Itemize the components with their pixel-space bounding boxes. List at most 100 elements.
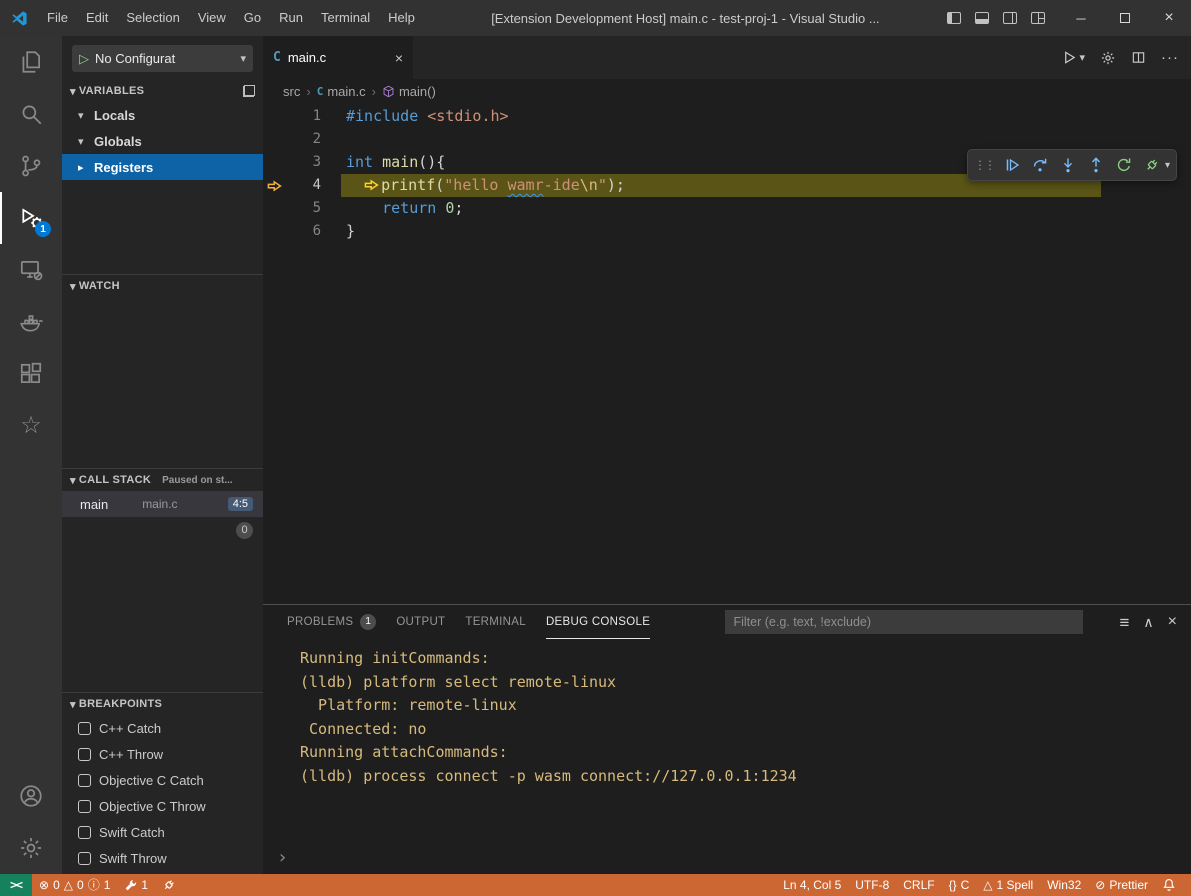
code-editor[interactable]: 1#include <stdio.h>23int main(){4 printf…: [263, 103, 1191, 604]
checkbox-unchecked[interactable]: [78, 800, 91, 813]
activity-source-control[interactable]: [0, 140, 62, 192]
debug-restart-button[interactable]: [1112, 153, 1137, 178]
breakpoint-item-objective-c-catch[interactable]: Objective C Catch: [62, 767, 263, 793]
chevron-down-icon: ▾: [78, 109, 90, 122]
menu-help[interactable]: Help: [379, 0, 424, 36]
menu-go[interactable]: Go: [235, 0, 270, 36]
activity-favorites[interactable]: ☆: [0, 400, 62, 452]
copy-squares-icon[interactable]: [243, 85, 255, 97]
activity-remote-explorer[interactable]: [0, 244, 62, 296]
remote-indicator[interactable]: ><: [0, 874, 32, 896]
customize-layout-icon[interactable]: [1031, 12, 1045, 24]
eol-sequence[interactable]: CRLF: [896, 874, 941, 896]
panel-tab-problems[interactable]: PROBLEMS1: [287, 605, 376, 639]
variables-item-registers[interactable]: ▸Registers: [62, 154, 263, 180]
manage-button[interactable]: [0, 822, 62, 874]
toggle-panel-icon[interactable]: [975, 12, 989, 24]
problems-status[interactable]: ⊗ 0 △ 0 ⓘ 1: [32, 874, 117, 896]
console-output-line: Running attachCommands:: [300, 741, 1191, 765]
debug-console-output[interactable]: Running initCommands:(lldb) platform sel…: [263, 639, 1191, 874]
run-or-debug-button[interactable]: ▾: [1062, 50, 1085, 65]
menu-edit[interactable]: Edit: [77, 0, 117, 36]
breakpoint-label: Swift Catch: [99, 825, 165, 840]
encoding[interactable]: UTF-8: [848, 874, 896, 896]
close-panel-icon[interactable]: ×: [1168, 614, 1177, 630]
panel-tab-output[interactable]: OUTPUT: [396, 605, 445, 639]
breakpoint-item-c-catch[interactable]: C++ Catch: [62, 715, 263, 741]
menu-run[interactable]: Run: [270, 0, 312, 36]
os-target[interactable]: Win32: [1040, 874, 1088, 896]
glyph-margin[interactable]: [263, 128, 285, 151]
code-text: #include <stdio.h>: [341, 105, 509, 128]
drag-handle-icon[interactable]: ⋮⋮: [974, 158, 994, 172]
maximize-panel-icon[interactable]: ∧: [1143, 615, 1153, 629]
breakpoint-item-swift-catch[interactable]: Swift Catch: [62, 819, 263, 845]
call-stack-header[interactable]: ▾ CALL STACK Paused on st...: [62, 469, 263, 491]
panel-tab-terminal[interactable]: TERMINAL: [465, 605, 526, 639]
launch-configuration-dropdown[interactable]: ▷ No Configurat ▾: [72, 45, 253, 72]
activity-docker[interactable]: [0, 296, 62, 348]
breakpoint-item-objective-c-throw[interactable]: Objective C Throw: [62, 793, 263, 819]
debug-disconnect-button[interactable]: [1140, 153, 1165, 178]
split-editor-button[interactable]: [1131, 50, 1146, 65]
accounts-button[interactable]: [0, 770, 62, 822]
toggle-secondary-sidebar-icon[interactable]: [1003, 12, 1017, 24]
glyph-margin[interactable]: [263, 151, 285, 174]
breakpoint-item-c-throw[interactable]: C++ Throw: [62, 741, 263, 767]
activity-run-and-debug[interactable]: 1: [0, 192, 62, 244]
debug-session-row[interactable]: 0: [62, 517, 263, 543]
checkbox-unchecked[interactable]: [78, 852, 91, 865]
tab-main-c[interactable]: C main.c ×: [263, 36, 413, 79]
language-mode[interactable]: {} C: [942, 874, 977, 896]
close-window-button[interactable]: ×: [1147, 0, 1191, 36]
variables-header[interactable]: ▾ VARIABLES: [62, 80, 263, 102]
breadcrumb-src[interactable]: src: [283, 84, 300, 99]
slash-circle-icon: ⊘: [1095, 879, 1105, 891]
toggle-sidebar-icon[interactable]: [947, 12, 961, 24]
menu-view[interactable]: View: [189, 0, 235, 36]
debug-continue-button[interactable]: [1000, 153, 1025, 178]
menu-file[interactable]: File: [38, 0, 77, 36]
activity-explorer[interactable]: [0, 36, 62, 88]
debug-step-over-button[interactable]: [1028, 153, 1053, 178]
checkbox-unchecked[interactable]: [78, 748, 91, 761]
glyph-margin[interactable]: [263, 197, 285, 220]
menu-selection[interactable]: Selection: [117, 0, 188, 36]
maximize-button[interactable]: [1103, 0, 1147, 36]
glyph-margin[interactable]: [263, 220, 285, 243]
breakpoints-header[interactable]: ▾ BREAKPOINTS: [62, 693, 263, 715]
spell-checker-status[interactable]: △ 1 Spell: [976, 874, 1040, 896]
watch-header[interactable]: ▾ WATCH: [62, 275, 263, 297]
minimize-button[interactable]: ─: [1059, 0, 1103, 36]
formatter-status[interactable]: ⊘ Prettier: [1088, 874, 1155, 896]
cursor-position[interactable]: Ln 4, Col 5: [776, 874, 848, 896]
stack-frame-row[interactable]: main main.c 4:5: [62, 491, 263, 517]
variables-item-globals[interactable]: ▾Globals: [62, 128, 263, 154]
breadcrumb-symbol[interactable]: main(): [382, 84, 436, 99]
close-tab-icon[interactable]: ×: [395, 50, 403, 66]
toolchain-status[interactable]: 1: [117, 874, 155, 896]
console-input-prompt-icon[interactable]: ›: [277, 847, 288, 868]
variables-item-locals[interactable]: ▾Locals: [62, 102, 263, 128]
breadcrumb-file[interactable]: C main.c: [317, 84, 366, 99]
checkbox-unchecked[interactable]: [78, 722, 91, 735]
checkbox-unchecked[interactable]: [78, 826, 91, 839]
notifications-bell[interactable]: [1155, 874, 1183, 896]
panel-tab-debug-console[interactable]: DEBUG CONSOLE: [546, 605, 650, 639]
configure-gear-button[interactable]: [1100, 50, 1116, 66]
start-debugging-icon[interactable]: ▷: [79, 52, 89, 65]
activity-extensions[interactable]: [0, 348, 62, 400]
chevron-down-icon[interactable]: ▾: [1165, 160, 1170, 171]
breakpoint-item-swift-throw[interactable]: Swift Throw: [62, 845, 263, 871]
debug-step-into-button[interactable]: [1056, 153, 1081, 178]
checkbox-unchecked[interactable]: [78, 774, 91, 787]
breakpoints-section: ▾ BREAKPOINTS C++ CatchC++ ThrowObjectiv…: [62, 692, 263, 871]
glyph-margin[interactable]: [263, 105, 285, 128]
debug-step-out-button[interactable]: [1084, 153, 1109, 178]
more-actions-icon[interactable]: ···: [1161, 49, 1179, 66]
debug-target-status[interactable]: [155, 874, 183, 896]
console-options-icon[interactable]: ≡: [1119, 614, 1129, 631]
menu-terminal[interactable]: Terminal: [312, 0, 379, 36]
console-filter-input[interactable]: [725, 610, 1083, 634]
activity-search[interactable]: [0, 88, 62, 140]
